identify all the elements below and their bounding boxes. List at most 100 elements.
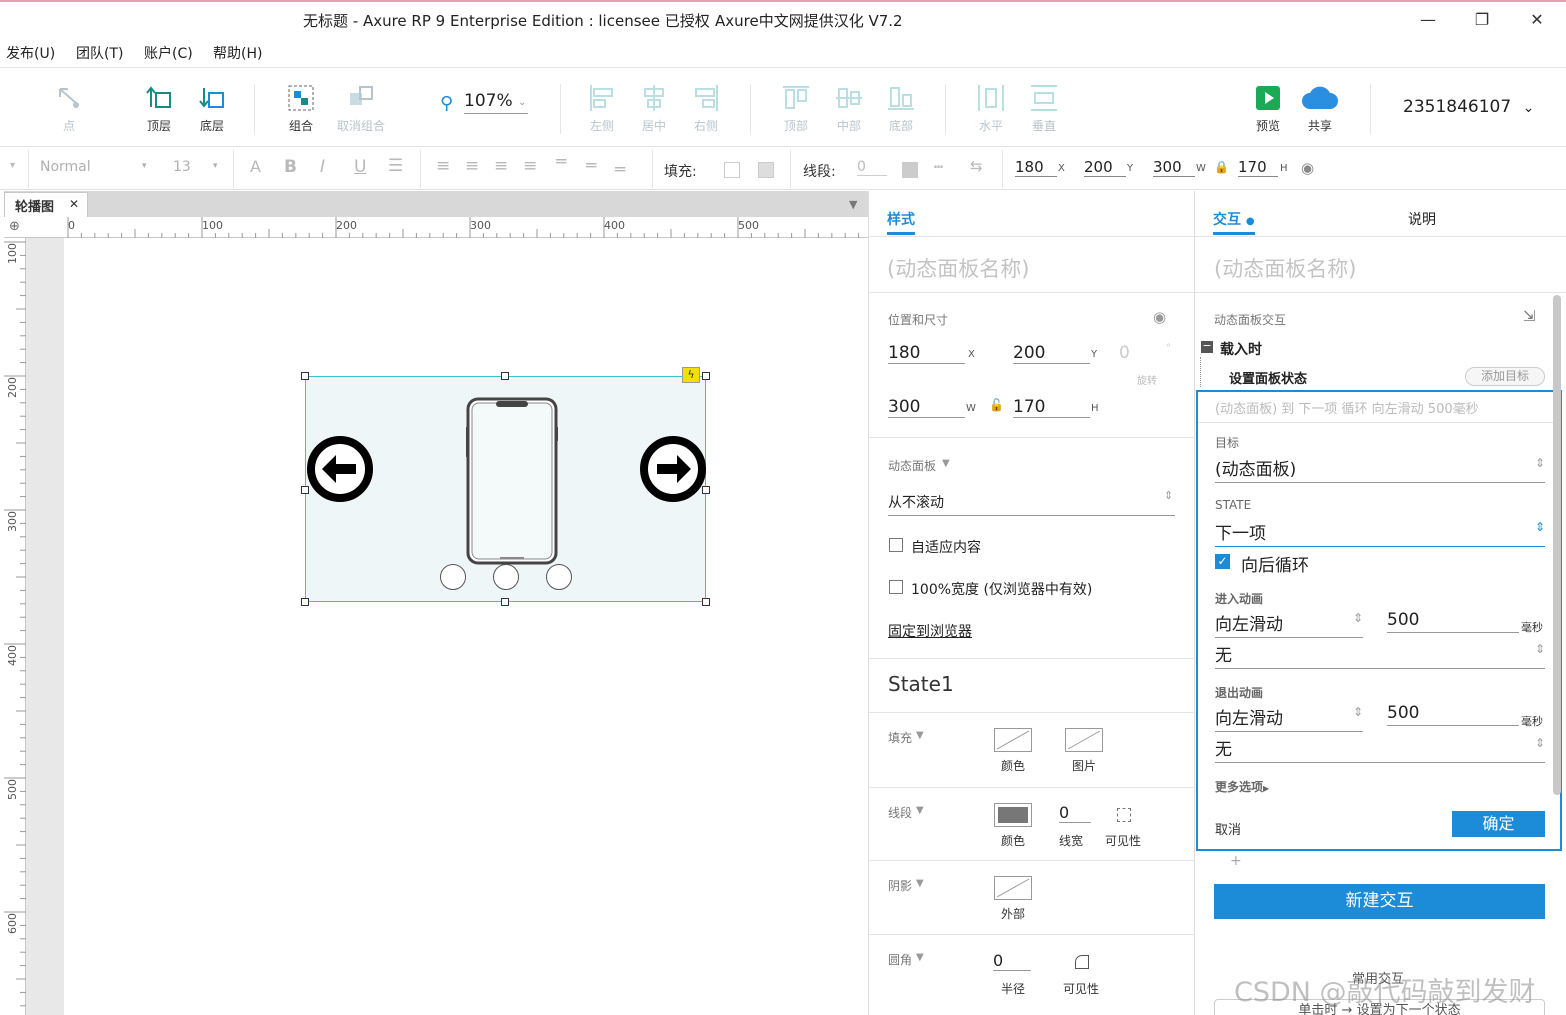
share-button[interactable]: 共享 — [1292, 83, 1348, 134]
scroll-select[interactable]: 从不滚动 — [888, 492, 1175, 516]
add-target-button[interactable]: 添加目标 — [1465, 367, 1545, 386]
resize-handle[interactable] — [301, 486, 309, 494]
valign-top-icon[interactable]: ═ — [556, 152, 566, 172]
distribute-horizontal-button[interactable]: 水平 — [963, 83, 1019, 134]
eye-icon[interactable]: ◉ — [1153, 308, 1166, 326]
rotation-input[interactable]: 0 — [1119, 343, 1130, 363]
font-color-icon[interactable]: A — [250, 157, 261, 176]
dynamic-panel-widget[interactable]: ϟ — [305, 367, 706, 602]
page-tab[interactable]: 轮播图 ✕ — [4, 192, 88, 217]
fill-image-swatch[interactable] — [758, 162, 774, 178]
y-input[interactable]: 200 — [1084, 158, 1126, 177]
pin-to-browser-link[interactable]: 固定到浏览器 — [888, 621, 972, 641]
radius-input[interactable]: 0 — [993, 951, 1031, 971]
menu-publish[interactable]: 发布(U) — [6, 43, 55, 63]
underline-icon[interactable]: U — [354, 157, 366, 177]
lock-icon[interactable]: 🔒 — [1214, 160, 1229, 174]
distribute-vertical-button[interactable]: 垂直 — [1016, 83, 1072, 134]
event-onload[interactable]: 载入时 — [1220, 339, 1262, 359]
target-select[interactable]: (动态面板) — [1215, 455, 1545, 483]
send-to-back-button[interactable]: 底层 — [184, 83, 240, 134]
group-button[interactable]: 组合 — [273, 83, 329, 134]
state-select[interactable]: 下一项 — [1215, 519, 1545, 547]
indicator-dot[interactable] — [440, 564, 466, 590]
x-input[interactable]: 180 — [1015, 158, 1057, 177]
cancel-button[interactable]: 取消 — [1215, 819, 1241, 838]
valign-middle-icon[interactable]: ═ — [586, 156, 596, 176]
resize-handle[interactable] — [702, 372, 710, 380]
more-options-link[interactable]: 更多选项▶ — [1215, 778, 1269, 795]
x-input[interactable]: 180 — [888, 343, 965, 364]
valign-bottom-icon[interactable]: ═ — [615, 160, 625, 180]
fill-color-swatch[interactable] — [994, 728, 1032, 752]
align-text-center-icon[interactable]: ≡ — [465, 156, 479, 176]
maximize-icon[interactable]: ❐ — [1467, 10, 1497, 32]
fill-image-swatch[interactable] — [1065, 728, 1103, 752]
tab-style[interactable]: 样式 — [887, 209, 915, 235]
close-icon[interactable]: ✕ — [69, 197, 79, 211]
align-center-button[interactable]: 居中 — [626, 83, 682, 134]
in-easing-select[interactable]: 无 — [1215, 641, 1545, 669]
h-input[interactable]: 170 — [1013, 397, 1090, 418]
resize-handle[interactable] — [301, 598, 309, 606]
fit-content-checkbox[interactable] — [889, 538, 903, 552]
menu-help[interactable]: 帮助(H) — [213, 43, 262, 63]
indicator-dot[interactable] — [493, 564, 519, 590]
user-account[interactable]: 2351846107 ⌄ — [1403, 97, 1534, 117]
out-duration-input[interactable]: 500 — [1387, 703, 1519, 726]
resize-handle[interactable] — [301, 372, 309, 380]
collapse-icon[interactable]: − — [1201, 340, 1213, 353]
font-size-select[interactable]: 13 ▾ — [173, 159, 223, 175]
state-name[interactable]: State1 — [888, 672, 954, 696]
fill-color-swatch[interactable] — [724, 162, 740, 178]
h-input[interactable]: 170 — [1238, 158, 1278, 177]
line-width-input[interactable]: 0 — [857, 159, 887, 176]
ok-button[interactable]: 确定 — [1452, 811, 1545, 837]
line-visibility-icon[interactable] — [1117, 808, 1131, 822]
eye-icon[interactable]: ◉ — [1301, 159, 1314, 177]
new-interaction-button[interactable]: 新建交互 — [1214, 884, 1545, 919]
radius-visibility-icon[interactable] — [1075, 955, 1089, 969]
y-input[interactable]: 200 — [1013, 343, 1090, 364]
resize-handle[interactable] — [501, 372, 509, 380]
resize-handle[interactable] — [702, 486, 710, 494]
zoom-control[interactable]: ⚲ 107% ⌄ — [440, 91, 530, 117]
align-text-right-icon[interactable]: ≡ — [494, 156, 508, 176]
line-color-swatch[interactable] — [994, 803, 1032, 827]
menu-account[interactable]: 账户(C) — [144, 43, 193, 63]
italic-icon[interactable]: I — [320, 157, 325, 177]
lightning-icon[interactable]: ϟ — [682, 367, 700, 383]
align-right-button[interactable]: 右侧 — [678, 83, 734, 134]
ungroup-button[interactable]: 取消组合 — [333, 83, 389, 134]
design-canvas[interactable] — [64, 238, 868, 1015]
radius-label[interactable]: 圆角 — [888, 951, 912, 968]
in-animation-select[interactable]: 向左滑动 — [1215, 610, 1363, 638]
preview-button[interactable]: 预览 — [1240, 83, 1296, 134]
resize-handle[interactable] — [702, 598, 710, 606]
arrow-left-icon[interactable] — [306, 435, 374, 503]
line-color-swatch[interactable] — [902, 162, 918, 178]
fill-label[interactable]: 填充 — [888, 729, 912, 746]
close-icon[interactable]: ✕ — [1522, 10, 1552, 32]
panel-name-input[interactable]: (动态面板名称) — [1214, 253, 1356, 283]
bullet-list-icon[interactable]: ☰ — [388, 156, 403, 176]
align-top-button[interactable]: 顶部 — [768, 83, 824, 134]
tab-notes[interactable]: 说明 — [1408, 209, 1436, 229]
w-input[interactable]: 300 — [1153, 158, 1195, 177]
bold-icon[interactable]: B — [284, 157, 297, 177]
lock-icon[interactable]: 🔓 — [989, 398, 1004, 412]
align-text-justify-icon[interactable]: ≡ — [523, 156, 537, 176]
bring-to-front-button[interactable]: 顶层 — [131, 83, 187, 134]
align-text-left-icon[interactable]: ≡ — [436, 156, 450, 176]
wrap-checkbox[interactable]: ✓ — [1215, 554, 1230, 569]
in-duration-input[interactable]: 500 — [1387, 610, 1519, 633]
resize-handle[interactable] — [501, 598, 509, 606]
menu-team[interactable]: 团队(T) — [76, 43, 123, 63]
indicator-dot[interactable] — [546, 564, 572, 590]
out-easing-select[interactable]: 无 — [1215, 735, 1545, 763]
align-bottom-button[interactable]: 底部 — [873, 83, 929, 134]
font-select[interactable]: Normal ▾ — [40, 159, 152, 175]
align-middle-button[interactable]: 中部 — [821, 83, 877, 134]
section-title[interactable]: 动态面板 — [888, 457, 936, 474]
tab-interactions[interactable]: 交互 ● — [1213, 209, 1255, 235]
